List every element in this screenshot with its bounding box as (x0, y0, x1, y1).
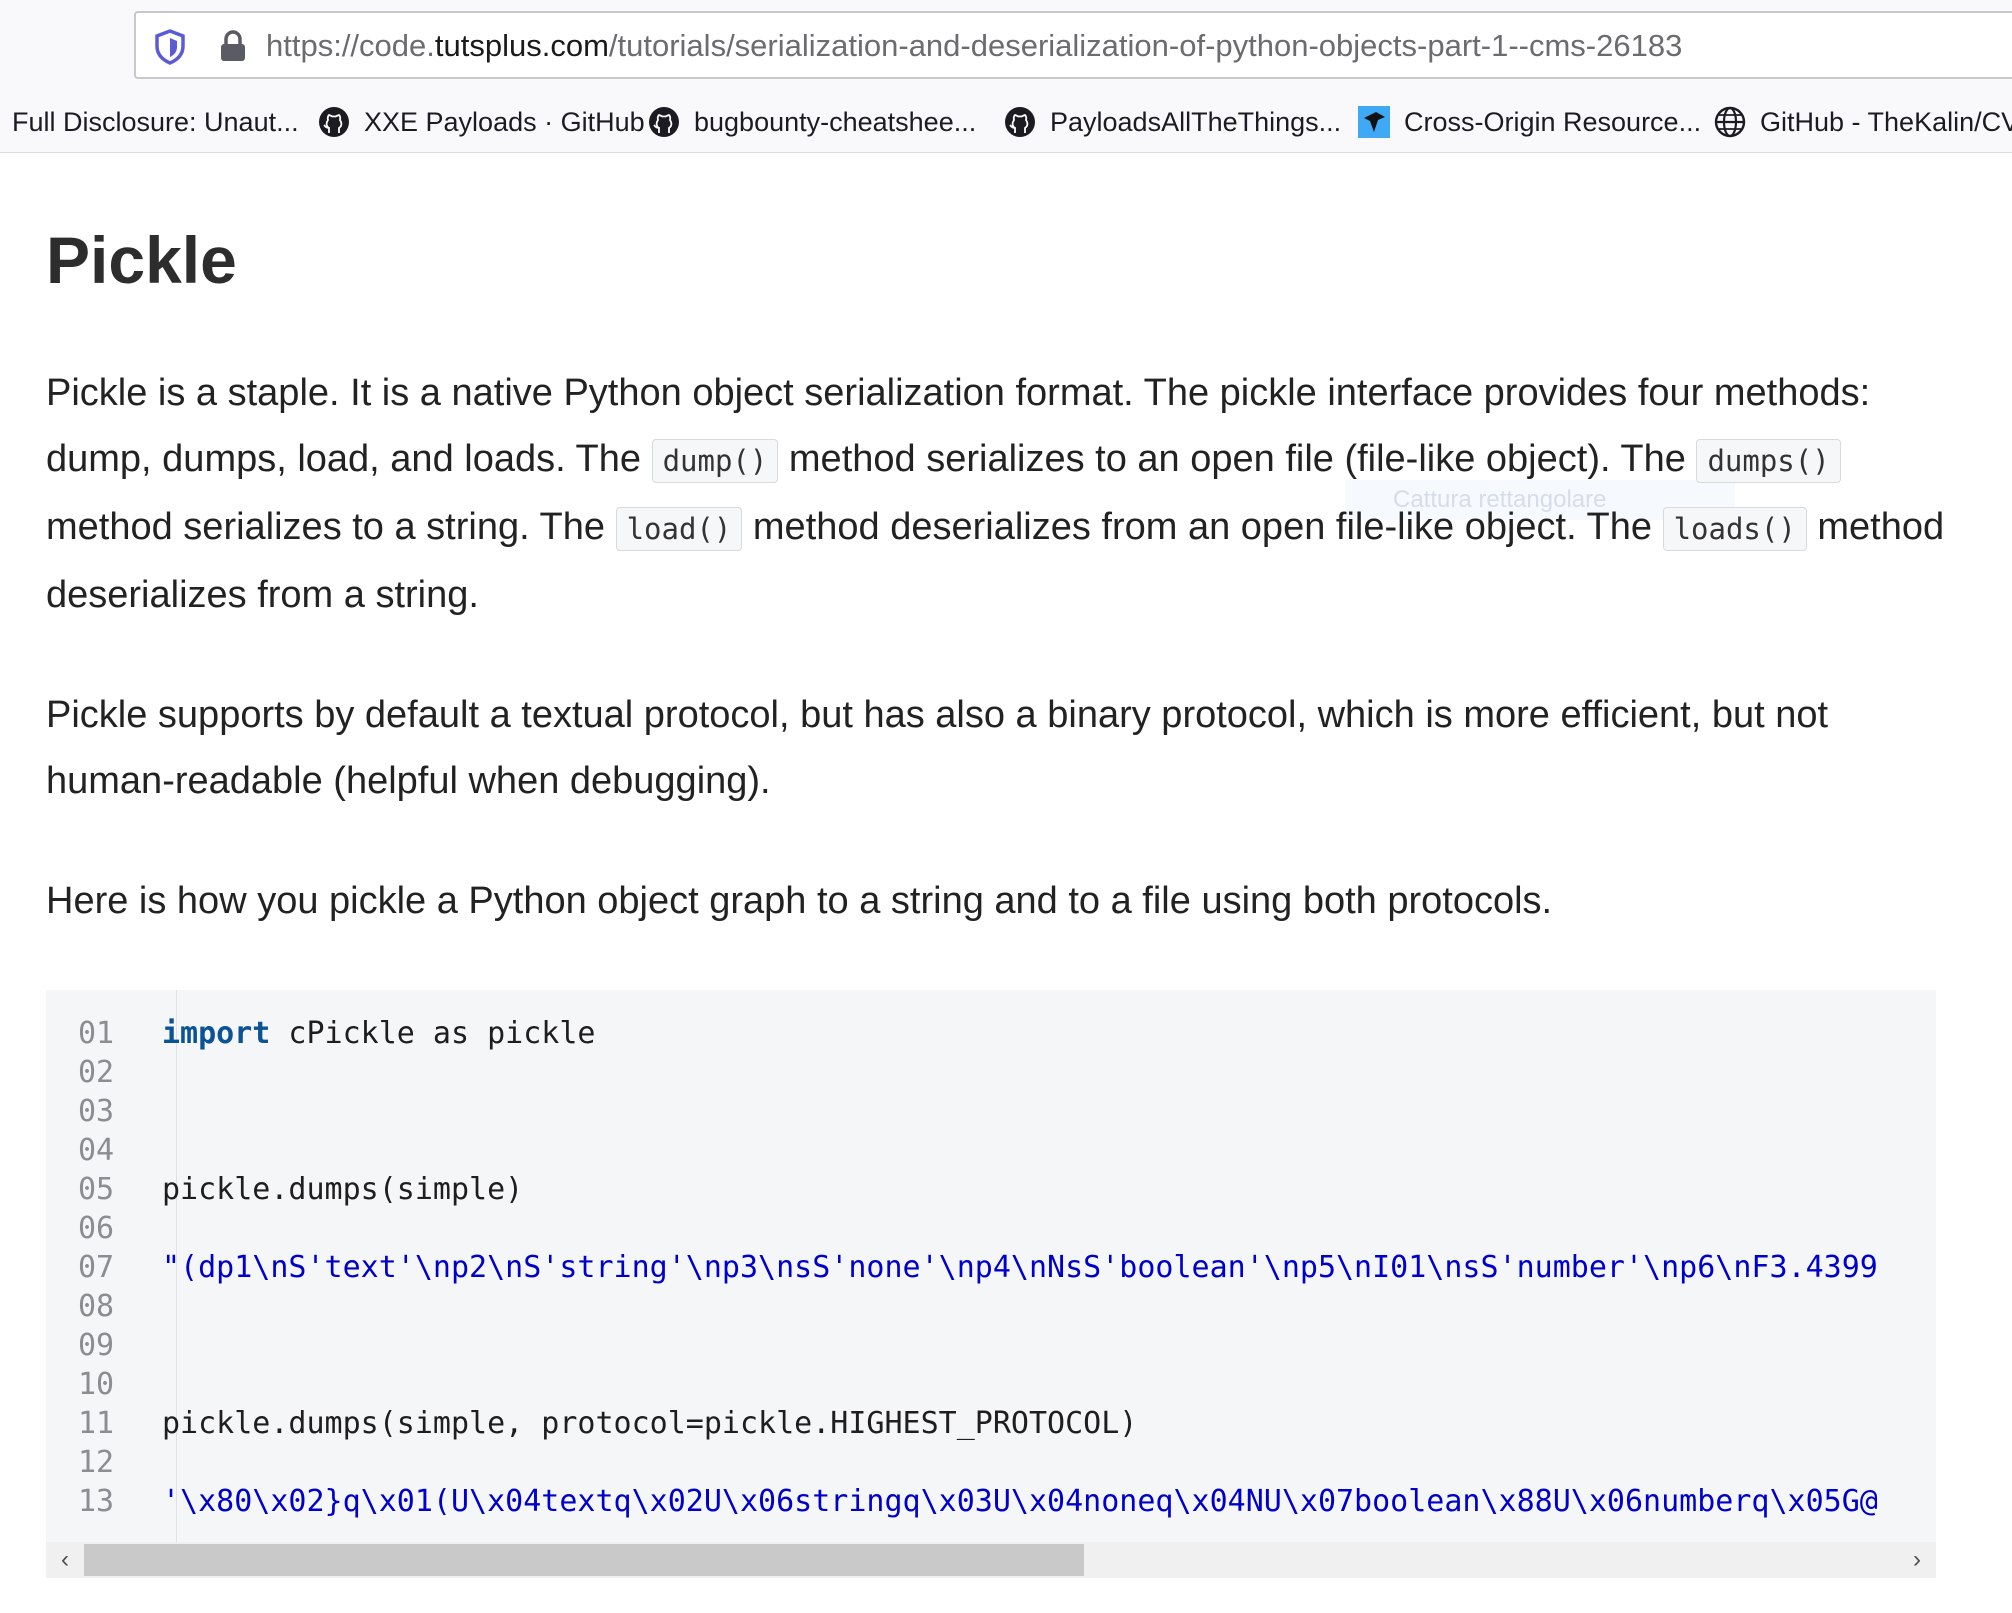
paragraph-protocols: Pickle supports by default a textual pro… (46, 694, 1829, 802)
tracking-shield-icon[interactable] (154, 29, 186, 65)
scroll-left-arrow-icon[interactable]: ‹ (50, 1544, 80, 1576)
line-number: 12 (78, 1445, 115, 1480)
bookmarks-bar: Full Disclosure: Unaut... XXE Payloads ·… (0, 98, 2012, 148)
github-icon (649, 107, 679, 137)
inline-code-dump: dump() (651, 439, 779, 483)
url-path: /tutorials/serialization-and-deserializa… (608, 28, 1683, 63)
bookmark-label: Cross-Origin Resource... (1404, 106, 1702, 137)
bookmark-label: Full Disclosure: Unaut... (12, 106, 299, 137)
bookmark-cross-origin-resource[interactable]: Cross-Origin Resource... (1358, 102, 1701, 142)
text: method serializes to a string. The (46, 506, 606, 548)
code-keyword: import (162, 1016, 271, 1051)
scroll-right-arrow-icon[interactable]: › (1902, 1544, 1932, 1576)
bookmark-xxe-payloads[interactable]: XXE Payloads · GitHub (318, 102, 645, 142)
bookmark-payloadsallthethings[interactable]: PayloadsAllTheThings... (1004, 102, 1341, 142)
page-title: Pickle (46, 223, 237, 297)
line-number: 03 (78, 1094, 115, 1129)
globe-icon (1714, 106, 1746, 138)
github-icon (1005, 107, 1035, 137)
url-text[interactable]: https://code.tutsplus.com/tutorials/seri… (266, 28, 1682, 64)
bookmark-bugbounty-cheatsheet[interactable]: bugbounty-cheatshee... (648, 102, 976, 142)
code-block[interactable]: 01 02 03 04 05 06 07 08 09 10 11 12 13 i… (46, 990, 1936, 1542)
code-line-7: "(dp1\nS'text'\np2\nS'string'\np3\nsS'no… (162, 1250, 1878, 1285)
line-number: 10 (78, 1367, 115, 1402)
bookmark-label: XXE Payloads · GitHub (364, 106, 645, 137)
line-number: 04 (78, 1133, 115, 1168)
github-icon (319, 107, 349, 137)
bookmark-label: bugbounty-cheatshee... (694, 106, 977, 137)
inline-code-loads: loads() (1662, 507, 1807, 551)
code-line-11: pickle.dumps(simple, protocol=pickle.HIG… (162, 1406, 1138, 1441)
browser-toolbar: https://code.tutsplus.com/tutorials/seri… (0, 0, 2012, 153)
line-number: 13 (78, 1484, 115, 1519)
text: method deserializes from an open file-li… (752, 506, 1653, 548)
lock-icon[interactable] (218, 29, 248, 63)
inline-code-dumps: dumps() (1696, 439, 1841, 483)
bookmark-full-disclosure[interactable]: Full Disclosure: Unaut... (12, 102, 299, 142)
line-number: 06 (78, 1211, 115, 1246)
line-number-gutter: 01 02 03 04 05 06 07 08 09 10 11 12 13 (46, 990, 177, 1542)
line-number: 05 (78, 1172, 115, 1207)
paragraph-howto: Here is how you pickle a Python object g… (46, 880, 1553, 922)
line-number: 07 (78, 1250, 115, 1285)
code-line-5: pickle.dumps(simple) (162, 1172, 524, 1207)
inline-code-load: load() (615, 507, 743, 551)
url-bar[interactable]: https://code.tutsplus.com/tutorials/seri… (134, 11, 2012, 79)
url-prefix: https://code. (266, 28, 435, 63)
bookmark-label: PayloadsAllTheThings... (1050, 106, 1342, 137)
horizontal-scrollbar[interactable]: ‹ › (46, 1542, 1936, 1578)
line-number: 02 (78, 1055, 115, 1090)
line-number: 08 (78, 1289, 115, 1324)
paragraph-intro: Pickle is a staple. It is a native Pytho… (46, 360, 1966, 628)
code-text: cPickle as pickle (270, 1016, 596, 1051)
code-line-1: import cPickle as pickle (162, 1016, 595, 1051)
portswigger-icon (1358, 106, 1390, 138)
text: method serializes to an open file (file-… (788, 438, 1686, 480)
bookmark-label: GitHub - TheKalin/CV (1760, 106, 2012, 137)
scrollbar-thumb[interactable] (84, 1544, 1084, 1576)
code-line-13: '\x80\x02}q\x01(U\x04textq\x02U\x06strin… (162, 1484, 1878, 1519)
bookmark-github-thekalin[interactable]: GitHub - TheKalin/CV (1714, 102, 2012, 142)
line-number: 01 (78, 1016, 115, 1051)
url-host: tutsplus.com (434, 28, 609, 63)
line-number: 09 (78, 1328, 115, 1363)
line-number: 11 (78, 1406, 115, 1441)
